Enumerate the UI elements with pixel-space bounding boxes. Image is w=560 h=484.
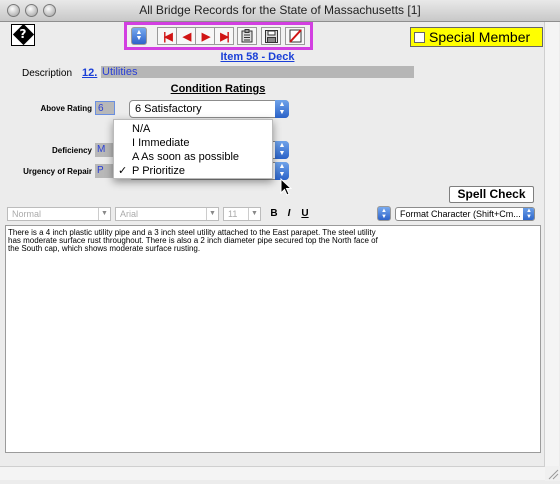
special-member-check-box[interactable] [414, 32, 425, 43]
deficiency-code-field[interactable]: M [95, 143, 115, 157]
chevron-down-icon: ▼ [206, 208, 218, 220]
menu-item-prioritize[interactable]: ✓ P Prioritize [114, 164, 272, 178]
menu-item-as-soon-as-possible[interactable]: A As soon as possible [114, 150, 272, 164]
text-format-bar: Normal ▼ Arial ▼ 11 ▼ B I U ▲ ▼ Format Ch… [5, 205, 538, 223]
spell-check-button[interactable]: Spell Check [449, 186, 534, 203]
underline-button[interactable]: U [299, 208, 311, 220]
condition-ratings-heading: Condition Ratings [170, 83, 266, 95]
clipboard-icon [241, 29, 253, 43]
horizontal-scrollbar[interactable] [0, 466, 545, 480]
window-title: All Bridge Records for the State of Mass… [139, 3, 421, 17]
popup-arrows-icon: ▲ ▼ [523, 208, 534, 220]
popup-arrows-icon: ▲ ▼ [275, 141, 289, 159]
first-record-button[interactable]: |◀ [157, 27, 177, 45]
format-popup-button[interactable]: ▲ ▼ [377, 206, 391, 221]
notes-line: the South cap, which shows moderate surf… [8, 244, 201, 253]
font-family-select[interactable]: Arial ▼ [115, 207, 219, 221]
previous-record-icon: ◀ [182, 30, 192, 43]
description-field[interactable]: Utilities [101, 66, 414, 78]
popup-arrows-icon: ▲ ▼ [275, 100, 289, 118]
above-rating-popup[interactable]: 6 Satisfactory ▲ ▼ [129, 100, 289, 118]
select-popup-button[interactable]: ▲ ▼ [131, 27, 147, 45]
updown-arrows-icon: ▲ ▼ [135, 29, 143, 42]
next-record-button[interactable]: ▶ [195, 27, 215, 45]
notes-text-area[interactable]: There is a 4 inch plastic utility pipe a… [5, 225, 541, 453]
mouse-pointer-icon [280, 178, 292, 196]
menu-item-na[interactable]: N/A [114, 122, 272, 136]
italic-button[interactable]: I [283, 208, 295, 220]
resize-grip-icon[interactable] [545, 466, 560, 481]
last-record-icon: ▶| [220, 30, 229, 43]
special-member-checkbox[interactable]: Special Member [410, 27, 543, 47]
clipboard-button[interactable] [237, 27, 257, 45]
deficiency-label: Deficiency [51, 146, 92, 155]
question-mark-icon: ? [19, 27, 27, 41]
updown-arrows-icon: ▲ ▼ [381, 207, 387, 220]
previous-record-button[interactable]: ◀ [176, 27, 196, 45]
next-record-icon: ▶ [201, 30, 211, 43]
above-rating-value: 6 Satisfactory [135, 103, 202, 115]
bold-button[interactable]: B [268, 208, 280, 220]
resize-grip-lines [548, 469, 559, 480]
floppy-disk-icon [264, 29, 278, 43]
urgency-of-repair-label: Urgency of Repair [23, 167, 92, 176]
chevron-down-icon: ▼ [248, 208, 260, 220]
special-member-label: Special Member [429, 29, 531, 45]
save-button[interactable] [261, 27, 281, 45]
format-character-select[interactable]: Format Character (Shift+Cm... ▲ ▼ [395, 207, 535, 221]
description-label: Description [22, 68, 73, 79]
description-number-link[interactable]: 12. [82, 67, 97, 79]
navigation-toolbar: ▲ ▼ |◀ ◀ ▶ ▶| [124, 22, 313, 50]
font-size-select[interactable]: 11 ▼ [223, 207, 261, 221]
vertical-scrollbar[interactable] [544, 22, 559, 468]
item-title-link[interactable]: Item 58 - Deck [195, 51, 320, 63]
above-rating-label: Above Rating [40, 104, 92, 113]
first-record-icon: |◀ [163, 30, 172, 43]
paragraph-style-select[interactable]: Normal ▼ [7, 207, 111, 221]
menu-item-immediate[interactable]: I Immediate [114, 136, 272, 150]
above-rating-code-field[interactable]: 6 [95, 101, 115, 115]
urgency-dropdown-menu: N/A I Immediate A As soon as possible ✓ … [113, 119, 273, 179]
window-title-bar: All Bridge Records for the State of Mass… [0, 0, 560, 22]
checkmark-icon: ✓ [118, 165, 128, 177]
delete-record-icon [288, 29, 302, 43]
chevron-down-icon: ▼ [98, 208, 110, 220]
delete-record-button[interactable] [285, 27, 305, 45]
last-record-button[interactable]: ▶| [214, 27, 234, 45]
help-button[interactable]: ? [11, 23, 35, 46]
urgency-code-field[interactable]: P [95, 164, 115, 178]
